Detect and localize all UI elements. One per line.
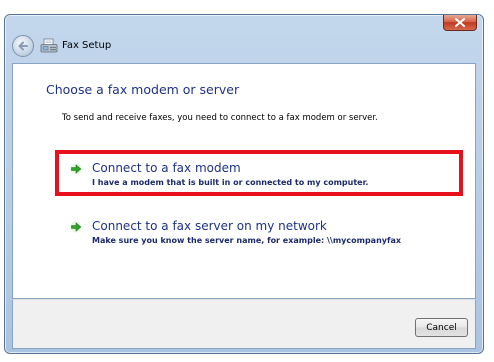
fax-icon <box>40 38 58 53</box>
option-title[interactable]: Connect to a fax server on my network <box>92 219 327 233</box>
highlight-annotation <box>55 150 463 196</box>
close-icon <box>455 18 465 27</box>
page-title: Choose a fax modem or server <box>46 82 240 97</box>
instruction-text: To send and receive faxes, you need to c… <box>62 113 378 123</box>
green-arrow-icon <box>70 221 82 233</box>
fax-setup-window: Fax Setup Choose a fax modem or server T… <box>4 14 484 354</box>
content-panel: Choose a fax modem or server To send and… <box>12 63 476 299</box>
close-button[interactable] <box>443 15 477 31</box>
back-button[interactable] <box>12 35 34 57</box>
header-bar: Fax Setup <box>5 31 483 61</box>
connect-fax-server-option[interactable]: Connect to a fax server on my network Ma… <box>70 219 450 249</box>
back-arrow-icon <box>18 41 28 51</box>
cancel-button[interactable]: Cancel <box>415 318 468 337</box>
option-description: Make sure you know the server name, for … <box>92 236 402 245</box>
window-title: Fax Setup <box>62 40 112 51</box>
button-bar: Cancel <box>12 299 476 349</box>
